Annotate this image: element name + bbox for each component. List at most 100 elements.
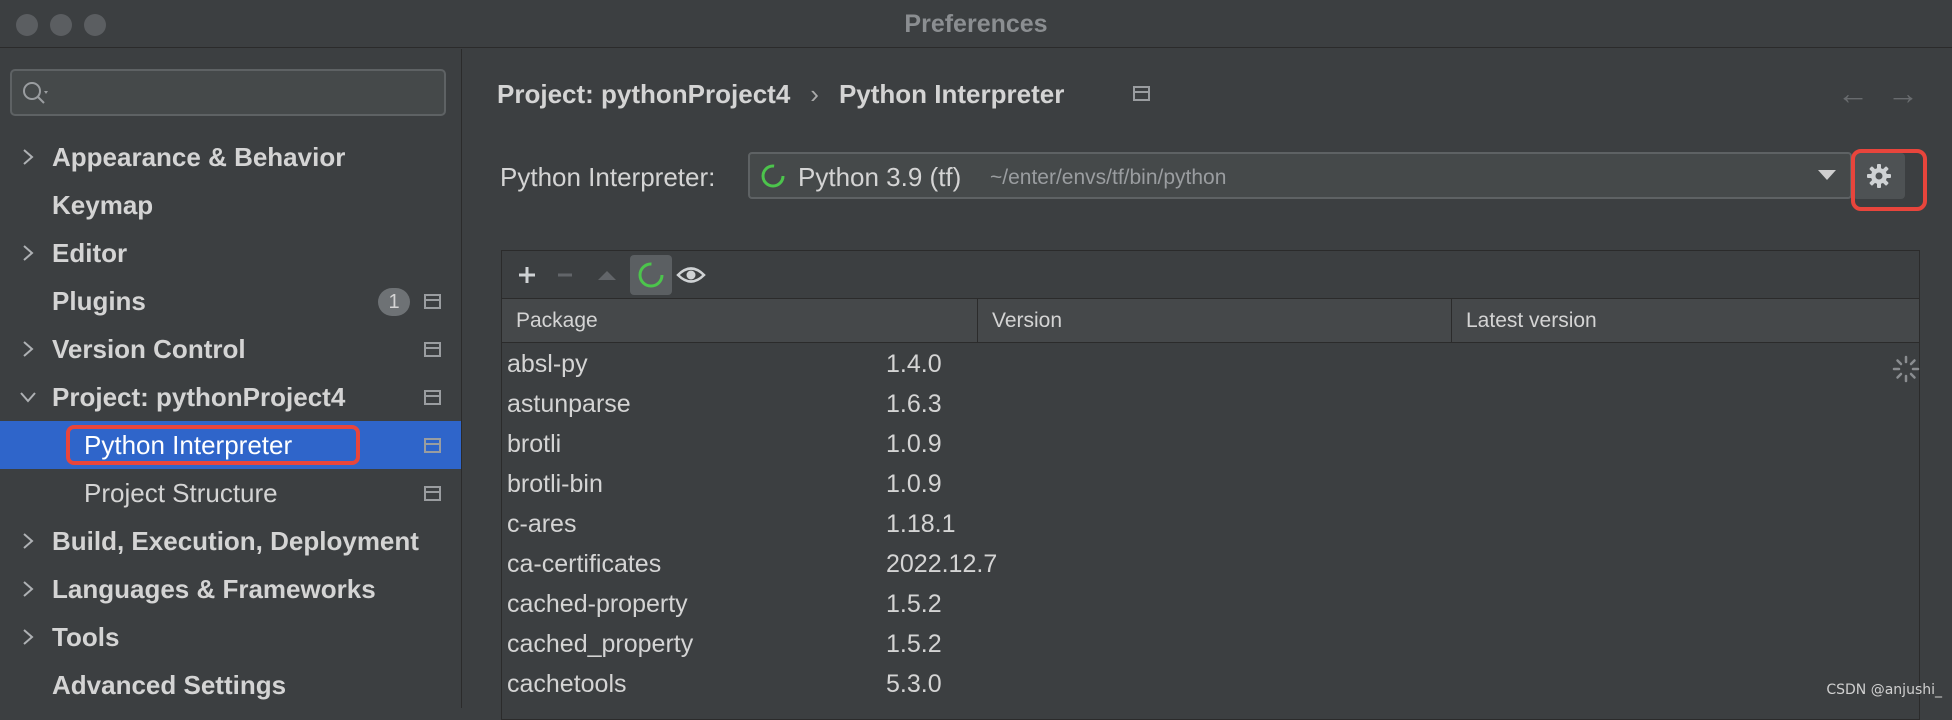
table-row[interactable]: cached_property 1.5.2 — [502, 624, 1919, 664]
interpreter-name: Python 3.9 (tf) — [798, 162, 962, 192]
packages-panel: Package Version Latest version absl-py 1. — [501, 250, 1920, 720]
table-row[interactable]: astunparse 1.6.3 — [502, 384, 1919, 424]
plus-icon — [519, 267, 535, 283]
interpreter-label: Python Interpreter: — [500, 162, 716, 192]
loading-spinner-icon — [761, 164, 785, 188]
breadcrumb-project: Project: pythonProject4 — [497, 79, 791, 109]
table-row[interactable]: brotli 1.0.9 — [502, 424, 1919, 464]
table-row[interactable]: cachetools 5.3.0 — [502, 664, 1919, 704]
package-name: absl-py — [507, 350, 588, 378]
add-package-button[interactable] — [506, 255, 548, 295]
package-version: 1.18.1 — [886, 510, 956, 538]
project-settings-icon — [424, 438, 441, 453]
table-row[interactable]: brotli-bin 1.0.9 — [502, 464, 1919, 504]
chevron-right-icon[interactable] — [18, 627, 38, 647]
settings-tree: Appearance & Behavior Keymap Editor Plug… — [0, 133, 461, 709]
package-version: 1.6.3 — [886, 390, 942, 418]
updates-badge: 1 — [378, 288, 410, 316]
search-icon — [23, 82, 48, 104]
sidebar-item-label: Keymap — [52, 190, 154, 220]
sidebar-item-advanced-settings[interactable]: Advanced Settings — [0, 661, 461, 709]
project-settings-icon — [424, 486, 441, 501]
breadcrumb-separator: › — [810, 79, 819, 109]
remove-package-button[interactable] — [544, 255, 586, 295]
sidebar-item-project-structure[interactable]: Project Structure — [0, 469, 461, 517]
column-header-latest-version[interactable]: Latest version — [1452, 299, 1919, 343]
table-row[interactable]: cached-property 1.5.2 — [502, 584, 1919, 624]
title-bar: Preferences — [0, 0, 1952, 48]
settings-sidebar: Appearance & Behavior Keymap Editor Plug… — [0, 49, 462, 708]
sidebar-item-label: Appearance & Behavior — [52, 142, 346, 172]
chevron-right-icon[interactable] — [18, 147, 38, 167]
package-name: brotli-bin — [507, 470, 603, 498]
chevron-right-icon[interactable] — [18, 243, 38, 263]
triangle-up-icon — [598, 271, 616, 280]
package-name: cached-property — [507, 590, 688, 618]
package-version: 1.0.9 — [886, 430, 942, 458]
sidebar-item-languages[interactable]: Languages & Frameworks — [0, 565, 461, 613]
dropdown-arrow-icon[interactable] — [1818, 170, 1836, 180]
project-settings-icon — [1133, 86, 1150, 101]
sidebar-item-build[interactable]: Build, Execution, Deployment — [0, 517, 461, 565]
sidebar-item-label: Build, Execution, Deployment — [52, 526, 419, 556]
sidebar-item-editor[interactable]: Editor — [0, 229, 461, 277]
window-title: Preferences — [904, 10, 1048, 38]
minus-icon — [558, 273, 572, 277]
settings-search-input[interactable] — [10, 69, 446, 116]
chevron-right-icon[interactable] — [18, 339, 38, 359]
settings-content: Project: pythonProject4 › Python Interpret… — [463, 49, 1952, 720]
project-settings-icon — [424, 390, 441, 405]
package-version: 1.5.2 — [886, 590, 942, 618]
preferences-window: Preferences Appearance & Behavior Keymap… — [0, 0, 1952, 720]
table-row[interactable]: c-ares 1.18.1 — [502, 504, 1919, 544]
loading-spinner-icon — [638, 262, 664, 288]
back-button[interactable]: ← — [1837, 75, 1869, 112]
highlight-annotation — [66, 425, 360, 465]
project-settings-icon — [424, 342, 441, 357]
packages-toolbar — [502, 251, 1919, 299]
package-name: brotli — [507, 430, 562, 458]
upgrade-package-button[interactable] — [586, 255, 628, 295]
package-version: 1.0.9 — [886, 470, 942, 498]
sidebar-item-label: Version Control — [52, 334, 246, 364]
forward-button[interactable]: → — [1887, 75, 1919, 112]
sidebar-item-label: Languages & Frameworks — [52, 574, 376, 604]
table-row[interactable]: ca-certificates 2022.12.7 — [502, 544, 1919, 584]
column-header-package[interactable]: Package — [502, 299, 978, 343]
package-name: astunparse — [507, 390, 631, 418]
sidebar-item-keymap[interactable]: Keymap — [0, 181, 461, 229]
sidebar-item-label: Tools — [52, 622, 120, 652]
packages-table-header: Package Version Latest version — [502, 299, 1919, 343]
interpreter-path: ~/enter/envs/tf/bin/python — [990, 166, 1227, 189]
sidebar-item-python-interpreter[interactable]: Python Interpreter — [0, 421, 461, 469]
sidebar-item-label: Advanced Settings — [52, 670, 287, 700]
packages-table-body: absl-py 1.4.0 astunparse 1.6.3 brotli 1.0.9… — [502, 344, 1919, 704]
highlight-annotation — [1851, 149, 1927, 211]
sidebar-item-plugins[interactable]: Plugins 1 — [0, 277, 461, 325]
package-version: 1.4.0 — [886, 350, 942, 378]
package-name: cachetools — [507, 670, 627, 698]
column-header-version[interactable]: Version — [978, 299, 1452, 343]
reload-button[interactable] — [630, 255, 672, 295]
sidebar-item-appearance[interactable]: Appearance & Behavior — [0, 133, 461, 181]
sidebar-item-tools[interactable]: Tools — [0, 613, 461, 661]
sidebar-item-label: Editor — [52, 238, 128, 268]
package-version: 1.5.2 — [886, 630, 942, 658]
show-early-releases-button[interactable] — [670, 255, 712, 295]
chevron-right-icon[interactable] — [18, 579, 38, 599]
sidebar-item-project[interactable]: Project: pythonProject4 — [0, 373, 461, 421]
package-name: ca-certificates — [507, 550, 662, 578]
chevron-right-icon[interactable] — [18, 531, 38, 551]
project-settings-icon — [424, 294, 441, 309]
package-version: 5.3.0 — [886, 670, 942, 698]
sidebar-item-label: Project Structure — [84, 478, 278, 508]
table-row[interactable]: absl-py 1.4.0 — [502, 344, 1919, 384]
sidebar-item-version-control[interactable]: Version Control — [0, 325, 461, 373]
chevron-down-icon[interactable] — [18, 387, 38, 407]
package-name: c-ares — [507, 510, 577, 538]
package-name: cached_property — [507, 630, 694, 658]
sidebar-item-label: Plugins — [52, 286, 146, 316]
interpreter-dropdown[interactable]: Python 3.9 (tf) ~/enter/envs/tf/bin/pyth… — [748, 152, 1852, 199]
breadcrumb-page: Python Interpreter — [838, 79, 1065, 109]
eye-icon — [676, 267, 706, 283]
